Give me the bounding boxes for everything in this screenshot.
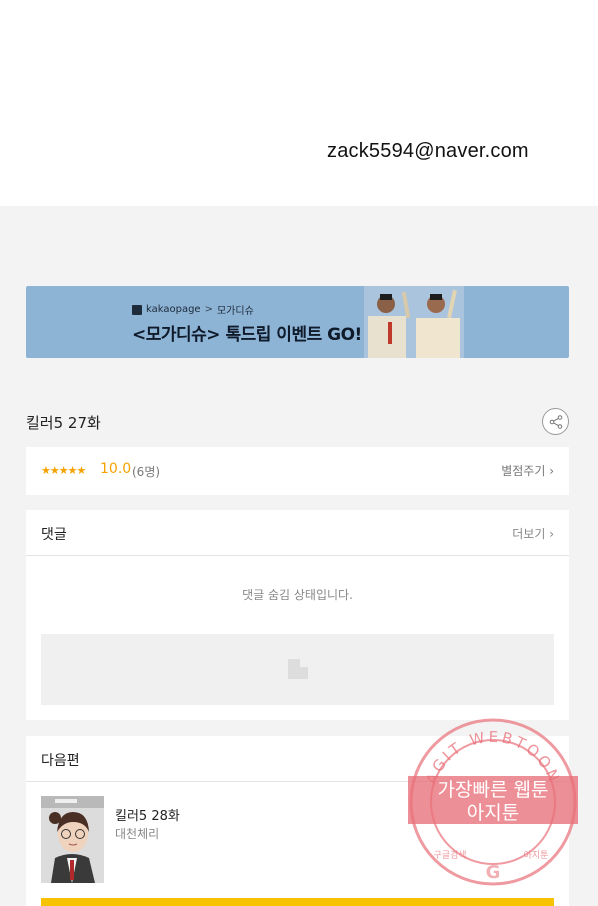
banner-brand-name: kakaopage	[146, 304, 201, 315]
comments-title: 댓글	[41, 527, 67, 543]
watermark-stamp: AGIT WEBTOON 가장빠른 웹툰 아지툰 구글검색 G 아지툰	[408, 718, 578, 886]
next-episode-thumbnail	[41, 796, 104, 883]
rating-score: 10.0	[100, 461, 132, 477]
share-icon	[549, 414, 562, 429]
rating-stars: ★★★★★	[41, 464, 86, 477]
banner-brand: kakaopage > 모가디슈	[132, 302, 254, 317]
next-episode-button[interactable]	[41, 898, 554, 906]
rate-button[interactable]: 별점주기 ›	[501, 462, 554, 479]
ad-placeholder[interactable]	[41, 634, 554, 705]
banner-actors-image	[364, 286, 464, 358]
episode-title: 킬러5 27화	[26, 414, 101, 432]
rating-card: ★★★★★ 10.0 (6명) 별점주기 ›	[26, 447, 569, 495]
promo-banner[interactable]: kakaopage > 모가디슈 <모가디슈> 톡드립 이벤트 GO!	[26, 286, 569, 358]
next-episode-author: 대천체리	[115, 827, 160, 841]
kakaopage-logo-icon	[132, 304, 142, 315]
comments-more-link[interactable]: 더보기 ›	[512, 525, 554, 542]
watermark-google-icon: G	[486, 862, 501, 883]
watermark-line2: 아지툰	[467, 802, 519, 824]
watermark-bottom-left: 구글검색	[433, 849, 466, 861]
top-area: zack5594@naver.com	[0, 0, 598, 206]
comments-hidden-message: 댓글 숨김 상태입니다.	[242, 588, 353, 602]
banner-title: <모가디슈> 톡드립 이벤트 GO!	[132, 325, 362, 345]
banner-separator: >	[204, 304, 213, 315]
next-episode-section-title: 다음편	[41, 753, 80, 769]
banner-brand-sub: 모가디슈	[216, 306, 254, 317]
rating-count: (6명)	[132, 465, 161, 479]
author-email: zack5594@naver.com	[327, 140, 529, 162]
comments-header: 댓글 더보기 ›	[26, 510, 569, 556]
comments-card: 댓글 더보기 › 댓글 숨김 상태입니다.	[26, 510, 569, 720]
share-button[interactable]	[542, 408, 569, 435]
next-episode-title: 킬러5 28화	[115, 809, 180, 824]
episode-header: 킬러5 27화	[26, 408, 569, 436]
watermark-bottom-right: 아지툰	[524, 850, 549, 861]
image-placeholder-icon	[288, 659, 308, 679]
watermark-line1: 가장빠른 웹툰	[438, 779, 549, 801]
